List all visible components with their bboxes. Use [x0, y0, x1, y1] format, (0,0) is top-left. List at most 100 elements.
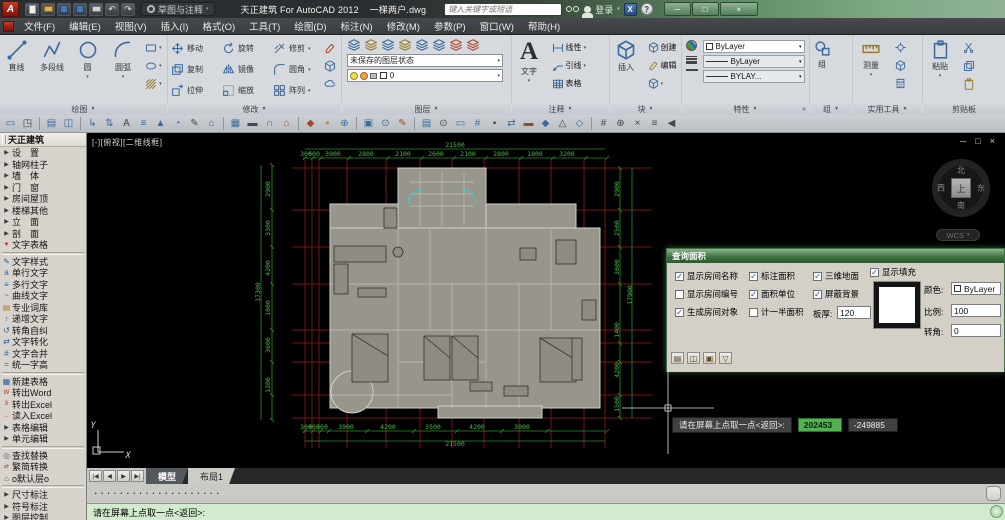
layer-freeze-icon[interactable]	[415, 38, 429, 52]
plot-button[interactable]	[89, 3, 103, 16]
toolbar-icon[interactable]: ▭	[2, 116, 19, 132]
measure-tool[interactable]: 测量 ▾	[853, 35, 889, 101]
modify-tool[interactable]: 拉伸	[171, 80, 222, 101]
viewport-restore-button[interactable]: □	[975, 136, 980, 146]
toolbar-icon[interactable]: ⇅	[101, 116, 118, 132]
menu-item[interactable]: 绘图(D)	[287, 19, 333, 33]
tab-nav-button[interactable]: ▶	[117, 470, 130, 482]
toolbar-icon[interactable]: △	[554, 116, 571, 132]
modify-tool[interactable]: 移动	[171, 38, 222, 59]
signin-link[interactable]: 登录	[595, 3, 613, 16]
sidebar-item[interactable]: ▶ 单元编辑	[0, 433, 86, 445]
color-wheel-icon[interactable]	[686, 40, 697, 51]
autocad-logo-icon[interactable]: A	[2, 1, 19, 17]
search-binoculars-icon[interactable]	[566, 6, 580, 12]
toolbar-icon[interactable]: ⌂	[278, 116, 295, 132]
toolbar-icon[interactable]: ▪	[486, 116, 503, 132]
paste-special-tool[interactable]	[960, 76, 978, 91]
matchprop-tool[interactable]	[321, 40, 339, 55]
menu-item[interactable]: 窗口(W)	[473, 19, 521, 33]
menu-item[interactable]: 文件(F)	[17, 19, 62, 33]
viewcube-south[interactable]: 南	[957, 200, 965, 211]
polyline-tool[interactable]: 多段线	[36, 35, 69, 101]
scale-input[interactable]: 100	[951, 304, 1001, 317]
menu-item[interactable]: 标注(N)	[334, 19, 380, 33]
lineweight-dropdown[interactable]: ByLayer ▾	[703, 55, 805, 68]
command-history[interactable]: ....................	[87, 484, 1005, 504]
paste-tool[interactable]: 粘贴 ▾	[923, 35, 957, 101]
toolbar-icon[interactable]: ◫	[60, 116, 77, 132]
checkbox-3d-floor[interactable]: ✓三维地面	[813, 270, 859, 282]
linetype-dropdown[interactable]: BYLAY... ▾	[703, 70, 805, 83]
command-expand-knob[interactable]	[990, 505, 1003, 518]
toolbar-icon[interactable]: ◳	[19, 116, 36, 132]
toolbar-icon[interactable]: ▦	[227, 116, 244, 132]
line-tool[interactable]: 直线	[0, 35, 33, 101]
insert-block-tool[interactable]: 插入	[610, 35, 642, 101]
modify-tool[interactable]: 镜像	[222, 59, 273, 80]
toolbar-icon[interactable]: ×	[629, 116, 646, 132]
tab-layout1[interactable]: 布局1	[188, 468, 235, 484]
open-file-button[interactable]	[41, 3, 55, 16]
toolbar-icon[interactable]: #	[469, 116, 486, 132]
viewport-close-button[interactable]: ×	[990, 136, 995, 146]
restore-button[interactable]: □	[692, 2, 719, 16]
toolbar-icon[interactable]: ◇	[571, 116, 588, 132]
layer-state-dropdown[interactable]: 未保存的图层状态 ▾	[347, 54, 503, 67]
toolbar-icon[interactable]: ◆	[537, 116, 554, 132]
group-tool[interactable]: 组	[810, 35, 834, 101]
block-attributes-tool[interactable]: ▾	[645, 76, 680, 91]
linear-dimension-tool[interactable]: 线性▾	[549, 40, 590, 55]
properties-panel-label[interactable]: 特性▼ »	[682, 103, 809, 115]
sidebar-item[interactable]: ▼ 文字表格	[0, 239, 86, 251]
modify-tool[interactable]: 圆角 ▾	[273, 59, 324, 80]
checkbox-area-unit[interactable]: ✓面积单位	[749, 288, 795, 300]
edit-block-tool[interactable]: 编辑	[645, 58, 680, 73]
rotation-input[interactable]: 0	[951, 324, 1001, 337]
toolbar-icon[interactable]: A	[118, 116, 135, 132]
linetype-icon[interactable]	[686, 69, 698, 71]
tab-nav-button[interactable]: |◀	[89, 470, 102, 482]
dialog-toolbar-button[interactable]: ▣	[703, 352, 716, 364]
menu-item[interactable]: 参数(P)	[427, 19, 473, 33]
lock-icon[interactable]	[370, 73, 377, 79]
copy-clip-tool[interactable]	[960, 58, 978, 73]
modify-tool[interactable]: 旋转	[222, 38, 273, 59]
toolbar-icon[interactable]: ▬	[244, 116, 261, 132]
toolbar-icon[interactable]: ▪	[319, 116, 336, 132]
sidebar-item[interactable]: = 统一字高	[0, 359, 86, 371]
toolbar-icon[interactable]: ▤	[43, 116, 60, 132]
coordinate-y-field[interactable]: -249885	[848, 418, 898, 432]
toolbar-icon[interactable]: ≡	[135, 116, 152, 132]
menu-item[interactable]: 编辑(E)	[62, 19, 108, 33]
layer-state-icon[interactable]	[364, 38, 378, 52]
toolbar-icon[interactable]: ⊙	[377, 116, 394, 132]
toolbar-icon[interactable]: ⊕	[612, 116, 629, 132]
titlebar[interactable]: A ↶ ↷ 草图与注释 ▾ 天正建筑 For AutoCAD 2012 一梯两户…	[0, 0, 1005, 18]
redo-button[interactable]: ↷	[121, 3, 135, 16]
menu-item[interactable]: 插入(I)	[153, 19, 195, 33]
fill-color-dropdown[interactable]: ByLayer	[951, 282, 1001, 295]
layer-unisolate-icon[interactable]	[398, 38, 412, 52]
circle-tool[interactable]: 圆 ▾	[71, 35, 104, 101]
toolbar-icon[interactable]: ▤	[418, 116, 435, 132]
modify-tool[interactable]: 阵列 ▾	[273, 80, 324, 101]
menu-item[interactable]: 修改(M)	[380, 19, 427, 33]
dialog-toolbar-button[interactable]: ▤	[671, 352, 684, 364]
toolbar-icon[interactable]	[591, 117, 592, 130]
checkbox-show-room-number[interactable]: 显示房间编号	[675, 288, 738, 300]
modify-panel-label[interactable]: 修改▼	[168, 103, 341, 115]
toolbar-icon[interactable]: ▭	[452, 116, 469, 132]
modify-tool[interactable]: 修剪 ▾	[273, 38, 324, 59]
workspace-selector[interactable]: 草图与注释 ▾	[141, 2, 215, 16]
toolbar-icon[interactable]: ◔	[169, 116, 186, 132]
viewcube-north[interactable]: 北	[957, 165, 965, 176]
toolbar-icon[interactable]: ≡	[646, 116, 663, 132]
layers-panel-label[interactable]: 图层▼	[342, 103, 511, 115]
slab-thickness-input[interactable]: 120	[837, 306, 871, 319]
viewport-controls-label[interactable]: [-][俯视][二维线框]	[92, 137, 163, 148]
toolbar-icon[interactable]: ⌂	[203, 116, 220, 132]
hatch-tool[interactable]: ▾	[142, 76, 165, 91]
command-resize-grip[interactable]	[986, 486, 1001, 501]
command-input[interactable]: 请在屏幕上点取一点<返回>:	[87, 504, 1005, 520]
